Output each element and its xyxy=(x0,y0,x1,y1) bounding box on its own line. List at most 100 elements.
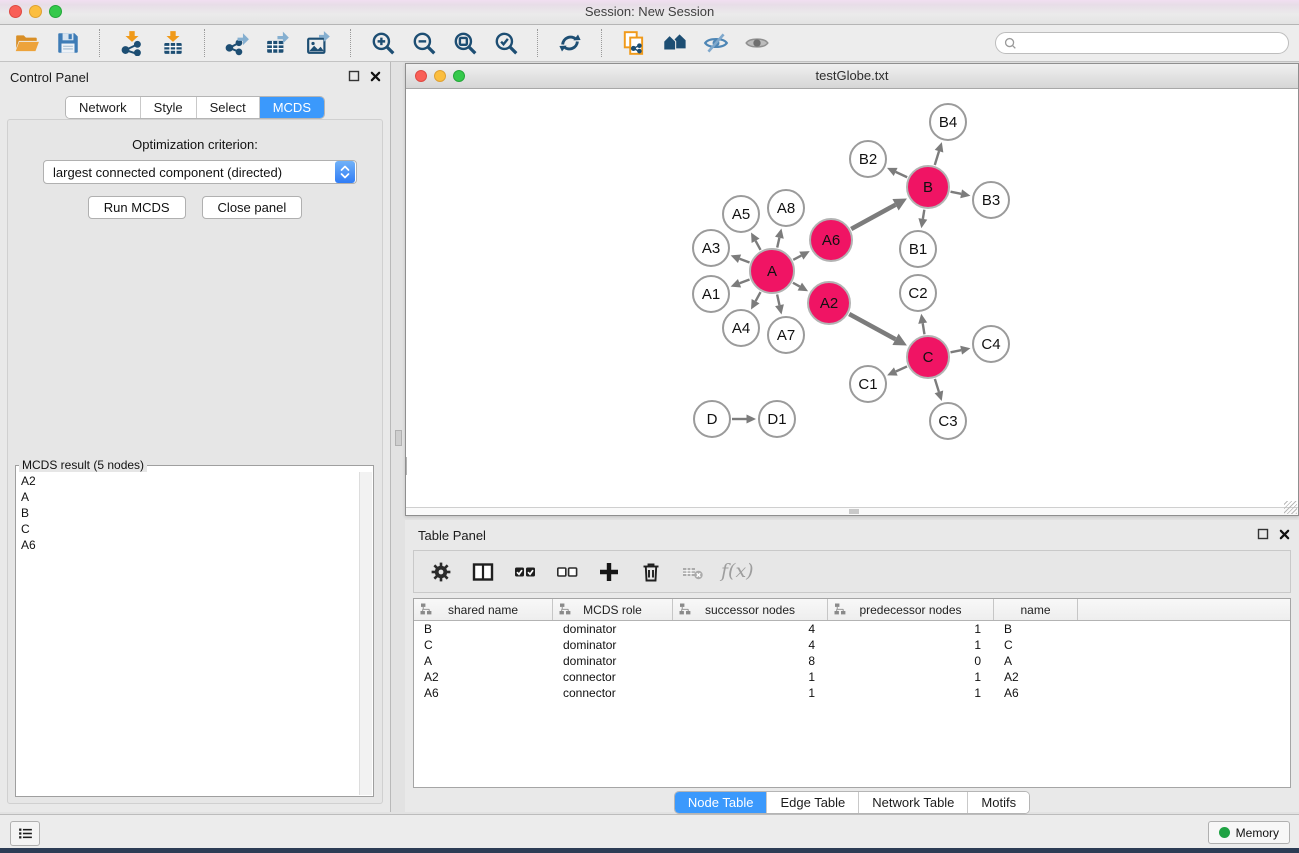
tab-edge-table[interactable]: Edge Table xyxy=(767,792,859,813)
select-all-icon[interactable] xyxy=(511,558,538,585)
open-session-icon[interactable] xyxy=(10,28,44,58)
show-column-icon[interactable] xyxy=(469,558,496,585)
edge-A2-C[interactable] xyxy=(849,314,895,339)
float-panel-icon[interactable] xyxy=(348,70,360,82)
tab-network-table[interactable]: Network Table xyxy=(859,792,968,813)
deselect-all-icon[interactable] xyxy=(553,558,580,585)
destroy-table-icon xyxy=(679,558,706,585)
table-row[interactable]: Cdominator41C xyxy=(414,637,1290,653)
zoom-in-icon[interactable] xyxy=(366,28,400,58)
tab-motifs[interactable]: Motifs xyxy=(968,792,1029,813)
network-view-window: testGlobe.txt B4B2BB3A8A5A6A3B1AA1C2A2A4… xyxy=(405,63,1299,516)
zoom-fit-icon[interactable] xyxy=(448,28,482,58)
arrowhead-icon xyxy=(935,391,944,401)
minimize-window-button[interactable] xyxy=(29,5,42,18)
column-header-mcds-role[interactable]: MCDS role xyxy=(553,599,673,620)
mcds-result-item[interactable]: C xyxy=(21,521,356,537)
first-neighbors-icon[interactable] xyxy=(658,28,692,58)
column-header-predecessor-nodes[interactable]: predecessor nodes xyxy=(828,599,994,620)
mcds-result-item[interactable]: A6 xyxy=(21,537,356,553)
mcds-result-item[interactable]: A xyxy=(21,489,356,505)
edge-A-A2[interactable] xyxy=(793,283,800,287)
export-image-icon[interactable] xyxy=(302,28,336,58)
edge-B-B3[interactable] xyxy=(951,192,962,194)
search-box[interactable] xyxy=(995,32,1289,54)
network-minimize-button[interactable] xyxy=(434,70,446,82)
import-network-icon[interactable] xyxy=(115,28,149,58)
edge-A-A4[interactable] xyxy=(756,292,761,301)
table-row[interactable]: A6connector11A6 xyxy=(414,685,1290,701)
run-mcds-button[interactable]: Run MCDS xyxy=(88,196,186,219)
panel-divider-handle[interactable] xyxy=(395,430,402,446)
window-resize-grip[interactable] xyxy=(1284,501,1297,514)
tab-node-table[interactable]: Node Table xyxy=(675,792,768,813)
zoom-selected-icon[interactable] xyxy=(489,28,523,58)
table-cell: 4 xyxy=(673,637,828,653)
edge-A-A6[interactable] xyxy=(793,256,801,260)
close-window-button[interactable] xyxy=(9,5,22,18)
table-row[interactable]: Adominator80A xyxy=(414,653,1290,669)
node-label-D1: D1 xyxy=(767,411,786,428)
zoom-out-icon[interactable] xyxy=(407,28,441,58)
tab-network[interactable]: Network xyxy=(66,97,141,118)
toolbar-separator xyxy=(204,29,206,57)
mcds-result-item[interactable]: A2 xyxy=(21,473,356,489)
refresh-icon[interactable] xyxy=(553,28,587,58)
edge-B-B1[interactable] xyxy=(923,210,924,219)
function-builder-icon: f(x) xyxy=(721,558,754,585)
tab-style[interactable]: Style xyxy=(141,97,197,118)
node-label-A3: A3 xyxy=(702,240,720,257)
save-session-icon[interactable] xyxy=(51,28,85,58)
import-table-icon[interactable] xyxy=(156,28,190,58)
node-label-C1: C1 xyxy=(858,376,877,393)
edge-C-C3[interactable] xyxy=(935,379,939,392)
result-list-scrollbar[interactable] xyxy=(359,472,372,795)
table-cell: dominator xyxy=(553,653,673,669)
close-panel-button[interactable]: Close panel xyxy=(202,196,303,219)
task-history-button[interactable] xyxy=(10,821,40,846)
arrowhead-icon xyxy=(935,142,944,152)
canvas-horizontal-scroll-thumb[interactable] xyxy=(849,509,859,514)
column-header-name[interactable]: name xyxy=(994,599,1078,620)
edge-C-C1[interactable] xyxy=(896,366,907,371)
duplicate-network-icon[interactable] xyxy=(617,28,651,58)
criterion-select[interactable]: largest connected component (directed) xyxy=(43,160,357,184)
edge-C-C4[interactable] xyxy=(951,350,962,352)
mcds-result-item[interactable]: B xyxy=(21,505,356,521)
memory-button[interactable]: Memory xyxy=(1208,821,1290,844)
network-close-button[interactable] xyxy=(415,70,427,82)
delete-icon[interactable] xyxy=(637,558,664,585)
close-panel-icon[interactable] xyxy=(370,71,381,82)
edge-A-A1[interactable] xyxy=(740,279,750,283)
network-maximize-button[interactable] xyxy=(453,70,465,82)
float-table-panel-icon[interactable] xyxy=(1257,528,1269,540)
export-table-icon[interactable] xyxy=(261,28,295,58)
tab-select[interactable]: Select xyxy=(197,97,260,118)
tab-mcds[interactable]: MCDS xyxy=(260,97,324,118)
edge-B-B4[interactable] xyxy=(935,151,939,165)
hide-selected-icon[interactable] xyxy=(699,28,733,58)
edge-C-C2[interactable] xyxy=(923,323,925,334)
edge-A6-B[interactable] xyxy=(851,205,895,229)
column-header-successor-nodes[interactable]: successor nodes xyxy=(673,599,828,620)
node-label-D: D xyxy=(707,411,718,428)
settings-icon[interactable] xyxy=(427,558,454,585)
edge-A-A3[interactable] xyxy=(740,259,750,263)
edge-A-A7[interactable] xyxy=(777,294,779,305)
canvas-horizontal-scrollbar[interactable] xyxy=(406,507,1298,515)
node-label-A7: A7 xyxy=(777,327,795,344)
export-network-icon[interactable] xyxy=(220,28,254,58)
create-icon[interactable] xyxy=(595,558,622,585)
table-row[interactable]: Bdominator41B xyxy=(414,621,1290,637)
edge-A-A8[interactable] xyxy=(777,238,779,248)
edge-A-A5[interactable] xyxy=(756,241,761,250)
canvas-vertical-scroll-thumb[interactable] xyxy=(406,457,407,475)
maximize-window-button[interactable] xyxy=(49,5,62,18)
network-canvas[interactable]: B4B2BB3A8A5A6A3B1AA1C2A2A4A7C4CC1C3DD1 xyxy=(406,89,1298,508)
close-table-panel-icon[interactable] xyxy=(1279,529,1290,540)
node-label-C3: C3 xyxy=(938,413,957,430)
column-header-shared-name[interactable]: shared name xyxy=(414,599,553,620)
edge-B-B2[interactable] xyxy=(896,172,908,177)
table-row[interactable]: A2connector11A2 xyxy=(414,669,1290,685)
search-input[interactable] xyxy=(1022,35,1280,51)
